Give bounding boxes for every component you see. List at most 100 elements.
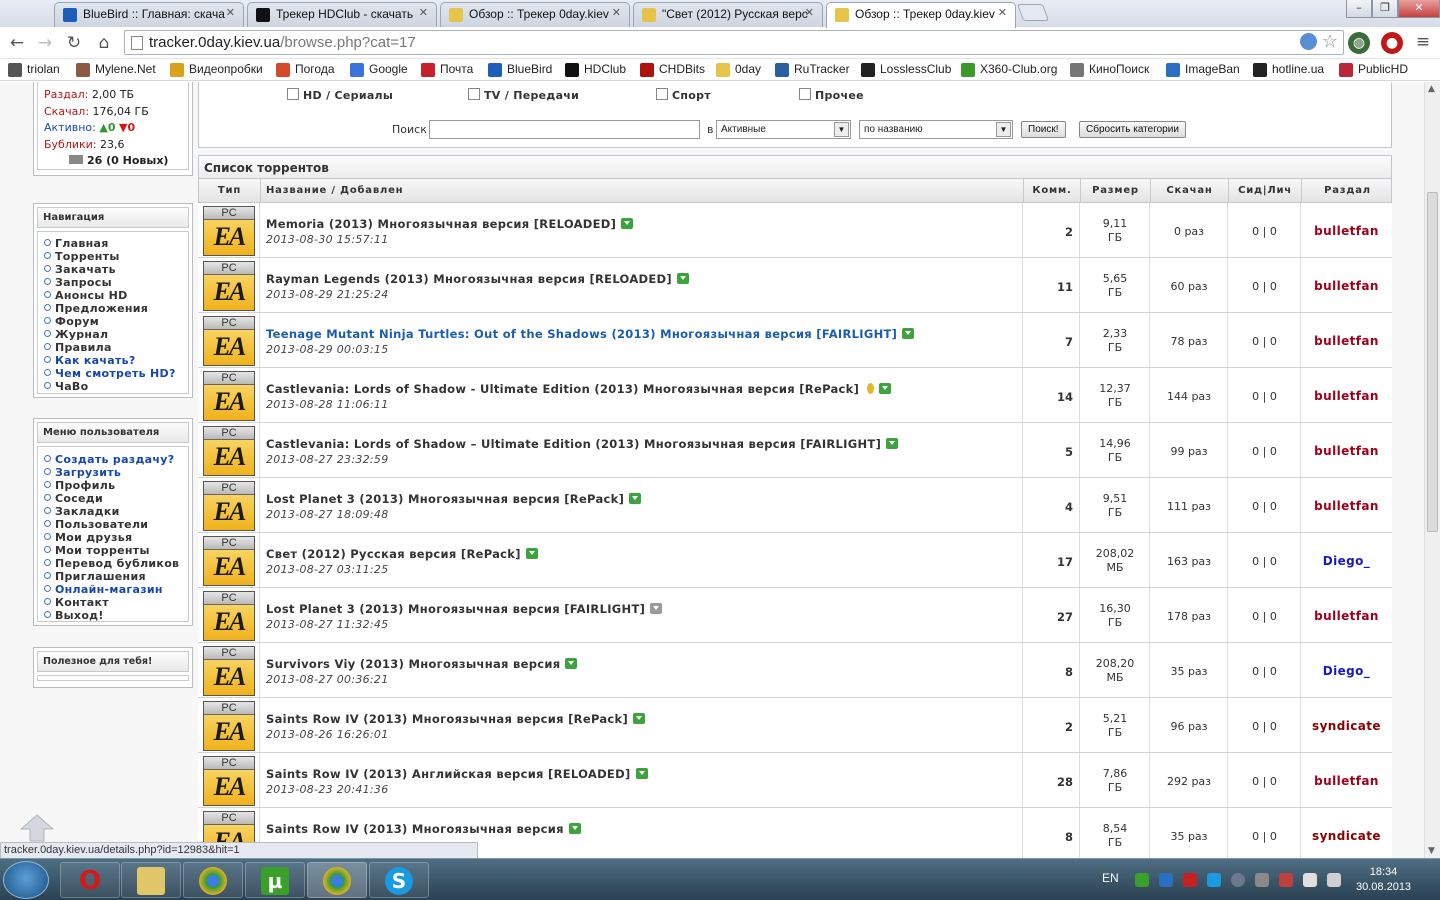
comments-count[interactable]: 27 [1023,610,1073,624]
uploader-link[interactable]: bulletfan [1301,224,1392,238]
comments-count[interactable]: 28 [1023,775,1073,789]
menu-create-release[interactable]: Создать раздачу? [44,453,182,466]
nav-rules[interactable]: Правила [44,341,182,354]
tab-hdclub[interactable]: Трекер HDClub - скачать ✕ [247,2,437,27]
category-icon[interactable]: PC EA [203,206,255,256]
category-icon[interactable]: PC EA [203,756,255,806]
new-tab-button[interactable] [1016,4,1050,21]
torrent-name-link[interactable]: Teenage Mutant Ninja Turtles: Out of the… [266,327,915,341]
menu-profile[interactable]: Профиль [44,479,182,492]
menu-logout[interactable]: Выход! [44,609,182,622]
nav-torrents[interactable]: Торренты [44,250,182,263]
download-icon[interactable] [635,768,648,779]
app-tray-icon[interactable] [1183,873,1197,887]
col-size[interactable]: Размер [1081,179,1151,202]
torrent-name-link[interactable]: Castlevania: Lords of Shadow – Ultimate … [266,437,899,451]
bookmark-bluebird[interactable]: BlueBird [488,62,552,77]
address-bar[interactable]: tracker.0day.kiev.ua/browse.php?cat=17 ☆ [124,30,1344,55]
menu-upload[interactable]: Загрузить [44,466,182,479]
menu-contact[interactable]: Контакт [44,596,182,609]
uploader-link[interactable]: bulletfan [1301,444,1392,458]
bookmark-google[interactable]: Google [350,62,408,77]
close-icon[interactable]: ✕ [226,6,235,19]
uploader-link[interactable]: bulletfan [1301,774,1392,788]
taskbar-chrome-active[interactable] [307,862,367,898]
torrent-name-link[interactable]: Castlevania: Lords of Shadow - Ultimate … [266,382,892,396]
bookmark-mylene[interactable]: Mylene.Net [76,62,156,77]
minimize-button[interactable]: – [1346,0,1372,18]
tab-bluebird[interactable]: BlueBird :: Главная: скача ✕ [54,2,244,27]
security-tray-icon[interactable] [1159,873,1173,887]
nav-hd-announces[interactable]: Анонсы HD [44,289,182,302]
nav-offers[interactable]: Предложения [44,302,182,315]
nav-how-to-watch-hd[interactable]: Чем смотреть HD? [44,367,182,380]
page-scrollbar[interactable]: ▲ ▼ [1424,82,1440,858]
download-icon[interactable] [676,273,689,284]
translate-icon[interactable] [1300,33,1317,50]
scroll-to-top-icon[interactable] [20,814,54,842]
home-icon[interactable]: ⌂ [93,32,115,54]
category-icon[interactable]: PC EA [203,426,255,476]
menu-friends[interactable]: Мои друзья [44,531,182,544]
category-icon[interactable]: PC EA [203,591,255,641]
uploader-link[interactable]: bulletfan [1301,334,1392,348]
bookmark-imageban[interactable]: ImageBan [1166,62,1240,77]
bookmark-kinopoisk[interactable]: КиноПоиск [1070,62,1149,77]
download-icon[interactable] [568,823,581,834]
uploader-link[interactable]: bulletfan [1301,499,1392,513]
scroll-up-icon[interactable]: ▲ [1428,84,1435,94]
nav-faq[interactable]: ЧаВо [44,380,182,393]
uploader-link[interactable]: syndicate [1301,719,1392,733]
menu-my-torrents[interactable]: Мои торренты [44,544,182,557]
tab-0day-1[interactable]: Обзор :: Трекер 0day.kiev ✕ [440,2,630,27]
taskbar-opera[interactable]: O [60,862,120,898]
bookmark-hdclub[interactable]: HDClub [565,62,626,77]
nav-how-to-download[interactable]: Как качать? [44,354,182,367]
sort-select[interactable]: по названию ▼ [859,120,1013,139]
flag-tray-icon[interactable] [1255,873,1269,887]
language-indicator[interactable]: EN [1102,871,1119,885]
uploader-link[interactable]: bulletfan [1301,609,1392,623]
category-icon[interactable]: PC EA [203,261,255,311]
scroll-down-icon[interactable]: ▼ [1428,846,1435,856]
torrent-name-link[interactable]: Saints Row IV (2013) Многоязычная версия [266,822,581,836]
taskbar-utorrent[interactable]: µ [245,862,305,898]
menu-shop[interactable]: Онлайн-магазин [44,583,182,596]
tab-svet[interactable]: "Свет (2012) Русская верс ✕ [633,2,823,27]
bluetooth-tray-icon[interactable] [1231,873,1245,887]
bookmark-publichd[interactable]: PublicHD [1339,62,1408,77]
utorrent-tray-icon[interactable] [1135,873,1149,887]
taskbar-explorer[interactable] [121,862,181,898]
category-icon[interactable]: PC EA [203,316,255,366]
skype-tray-icon[interactable] [1207,873,1221,887]
volume-tray-icon[interactable] [1327,873,1341,887]
comments-count[interactable]: 4 [1023,500,1073,514]
torrent-name-link[interactable]: Survivors Viy (2013) Многоязычная версия [266,657,578,671]
bookmark-pogoda[interactable]: Погода [276,62,335,77]
category-icon[interactable]: PC EA [203,536,255,586]
nav-home[interactable]: Главная [44,237,182,250]
taskbar-skype[interactable]: S [369,862,429,898]
bookmark-chdbits[interactable]: CHDBits [640,62,705,77]
bookmark-x360club[interactable]: X360-Club.org [961,62,1057,77]
col-snatched[interactable]: Скачан [1151,179,1229,202]
col-name[interactable]: Название / Добавлен [261,179,1024,202]
bookmark-rutracker[interactable]: RuTracker [775,62,850,77]
bookmark-losslessclub[interactable]: LosslessClub [861,62,951,77]
menu-users[interactable]: Пользователи [44,518,182,531]
network-tray-icon[interactable] [1303,873,1317,887]
col-comments[interactable]: Комм. [1024,179,1081,202]
bookmark-pochta[interactable]: Почта [421,62,473,77]
menu-transfer-bonus[interactable]: Перевод бубликов [44,557,182,570]
category-checkbox-hd-series[interactable]: HD / Сериалы [287,88,393,102]
download-icon[interactable] [565,658,578,669]
uploader-link[interactable]: Diego_ [1301,554,1392,568]
torrent-name-link[interactable]: Lost Planet 3 (2013) Многоязычная версия… [266,602,663,616]
torrent-name-link[interactable]: Saints Row IV (2013) Английская версия [… [266,767,648,781]
download-icon[interactable] [633,713,646,724]
close-icon[interactable]: ✕ [805,6,814,19]
uploader-link[interactable]: Diego_ [1301,664,1392,678]
torrent-name-link[interactable]: Rayman Legends (2013) Многоязычная верси… [266,272,689,286]
globe-extension-icon[interactable]: ◍ [1348,32,1370,54]
download-icon[interactable] [629,493,642,504]
